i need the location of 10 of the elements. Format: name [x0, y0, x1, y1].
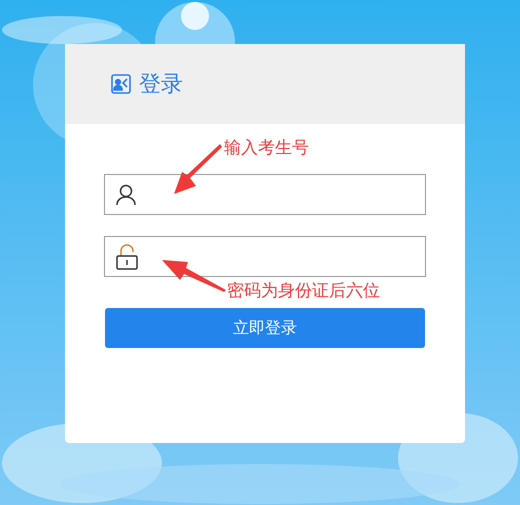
- unlocked-padlock-icon: [116, 244, 138, 270]
- login-button[interactable]: 立即登录: [105, 308, 425, 348]
- user-icon: [116, 184, 136, 206]
- id-card-icon: [111, 74, 131, 94]
- password-field[interactable]: [104, 236, 426, 277]
- annotation-text: 密码为身份证后六位: [227, 280, 380, 303]
- card-title: 登录: [139, 70, 183, 98]
- annotation-arrow: [172, 144, 222, 196]
- annotation-text: 输入考生号: [224, 137, 309, 160]
- username-field[interactable]: [104, 174, 426, 215]
